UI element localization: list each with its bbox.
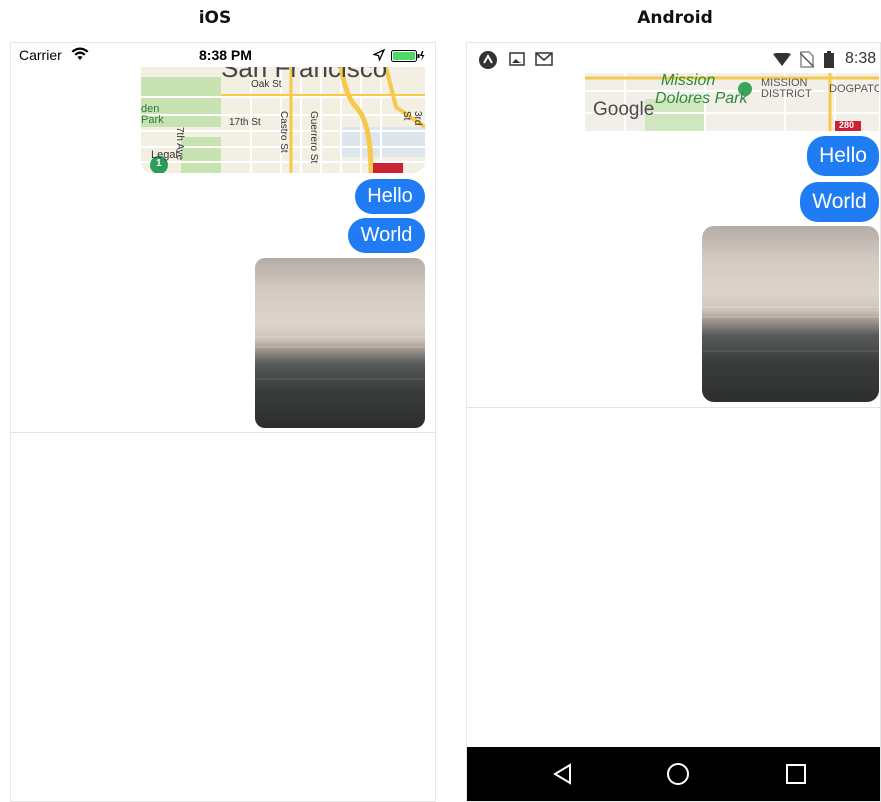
ios-heading: iOS	[198, 8, 232, 28]
map-message[interactable]: San Francisco Oak St den Park 7th Ave 17…	[141, 67, 425, 173]
map-label-mission: Mission	[661, 73, 716, 89]
carrier-label: Carrier	[19, 47, 62, 63]
map-route-badge: 280	[839, 120, 855, 130]
back-triangle-icon	[553, 763, 571, 785]
map-label-dogpatch: DOGPATCH	[829, 83, 879, 95]
message-text: Hello	[367, 185, 413, 207]
android-phone: 8:38 Mission Dolores Park MISSION DISTRI…	[466, 42, 881, 802]
android-clock: 8:38	[845, 50, 877, 67]
home-button[interactable]	[648, 747, 708, 801]
message-bubble-world[interactable]: World	[348, 218, 425, 253]
no-sim-icon	[799, 51, 815, 73]
ios-clock: 8:38 PM	[199, 47, 252, 63]
map-label-17th: 17th St	[229, 117, 261, 128]
map-label-oak: Oak St	[251, 79, 282, 90]
wifi-icon	[773, 52, 791, 72]
map-label-city: San Francisco	[221, 67, 388, 83]
ios-phone: Carrier 8:38 PM San Francisco Oak St den…	[10, 42, 436, 802]
image-notification-icon	[509, 52, 525, 71]
photo-message[interactable]	[255, 258, 425, 428]
message-bubble-hello[interactable]: Hello	[355, 179, 425, 214]
map-message[interactable]: Mission Dolores Park MISSION DISTRICT DO…	[585, 73, 879, 131]
map-label-dolores: Dolores Park	[655, 90, 748, 107]
android-status-bar: 8:38	[467, 43, 880, 69]
google-logo: Google	[593, 99, 655, 120]
map-label-3rd: 3rd St	[401, 111, 423, 126]
android-heading: Android	[637, 8, 713, 28]
message-text: World	[360, 224, 413, 246]
android-nav-bar	[467, 747, 880, 801]
map-label-guerrero: Guerrero St	[308, 111, 319, 164]
home-circle-icon	[667, 763, 689, 785]
wifi-icon	[71, 47, 89, 64]
ios-status-bar: Carrier 8:38 PM	[11, 43, 435, 67]
overview-button[interactable]	[766, 747, 826, 801]
message-text: Hello	[819, 144, 867, 167]
photo-message[interactable]	[702, 226, 879, 402]
map-route-badge: 1	[156, 158, 162, 169]
map-label-castro: Castro St	[278, 111, 289, 153]
back-button[interactable]	[533, 747, 593, 801]
location-arrow-icon	[371, 48, 386, 64]
message-list-divider	[11, 432, 435, 433]
overview-square-icon	[786, 764, 806, 784]
map-label-district-2: DISTRICT	[761, 88, 812, 100]
message-bubble-world[interactable]: World	[800, 182, 879, 222]
message-text: World	[812, 190, 867, 213]
battery-icon	[391, 49, 425, 65]
map-label-park: Park	[141, 114, 164, 126]
gmail-icon	[535, 52, 553, 71]
message-bubble-hello[interactable]: Hello	[807, 136, 879, 176]
battery-icon	[824, 51, 834, 73]
message-list-divider	[467, 407, 880, 408]
expo-icon	[479, 51, 497, 74]
